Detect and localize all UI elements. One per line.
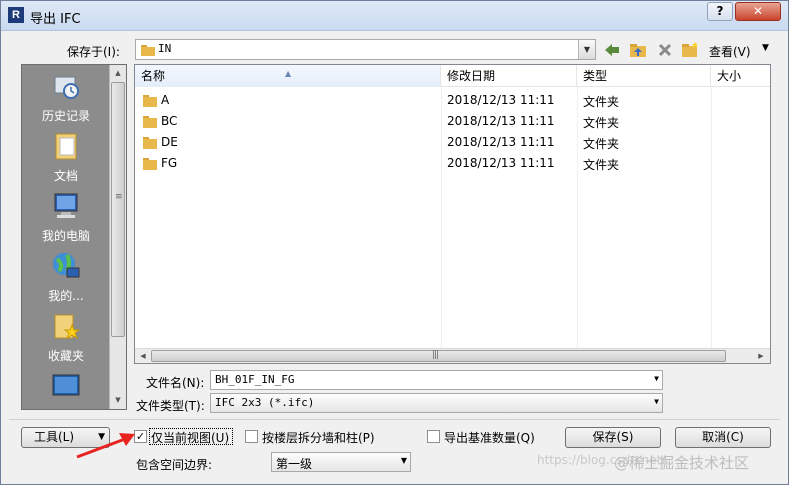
split-walls-checkbox[interactable]: [245, 430, 258, 443]
column-type[interactable]: 类型: [577, 65, 711, 87]
favorites-icon: [51, 311, 81, 341]
places-bar: 历史记录 文档 我的电脑 我的... 收藏夹 ▲ ≡ ▼: [21, 64, 127, 410]
place-network[interactable]: 我的...: [22, 251, 110, 304]
file-date: 2018/12/13 11:11: [447, 156, 555, 170]
chevron-down-icon[interactable]: ▼: [578, 40, 595, 59]
base-quantities-checkbox[interactable]: [427, 430, 440, 443]
space-bounds-select[interactable]: 第一级 ▼: [271, 452, 411, 472]
table-row[interactable]: BC 2018/12/13 11:11 文件夹: [135, 111, 770, 132]
folder-icon: [143, 156, 157, 173]
computer-icon: [51, 191, 81, 221]
file-name: DE: [161, 135, 178, 149]
file-name-label: 文件名(N):: [146, 376, 205, 390]
revit-app-icon: R: [8, 7, 24, 23]
title-bar: R 导出 IFC ? ✕: [1, 1, 788, 31]
places-scrollbar[interactable]: ▲ ≡ ▼: [109, 65, 126, 409]
cancel-button[interactable]: 取消(C): [675, 427, 771, 448]
scroll-down-icon[interactable]: ▼: [110, 392, 126, 408]
place-label: 历史记录: [41, 109, 90, 123]
back-arrow-icon[interactable]: [603, 41, 621, 59]
file-type: 文件夹: [583, 95, 620, 109]
file-date: 2018/12/13 11:11: [447, 135, 555, 149]
table-row[interactable]: FG 2018/12/13 11:11 文件夹: [135, 153, 770, 174]
views-chevron-down-icon[interactable]: ▼: [762, 43, 769, 53]
divider: [9, 419, 780, 420]
file-list: ▲ 名称 修改日期 类型 大小 A 2018/12/13 11:11 文件夹 B…: [134, 64, 771, 364]
folder-icon: [143, 114, 157, 131]
save-button[interactable]: 保存(S): [565, 427, 661, 448]
place-label: 我的...: [48, 289, 84, 303]
desktop-icon: [51, 371, 81, 401]
views-menu[interactable]: 查看(V): [709, 43, 751, 60]
split-walls-option[interactable]: 按楼层拆分墙和柱(P): [245, 429, 385, 447]
export-ifc-dialog: R 导出 IFC ? ✕ 保存于(I): IN ▼ 查看(V) ▼ 历史记录 文…: [0, 0, 789, 485]
annotation-arrow-icon: [75, 429, 139, 464]
place-desktop[interactable]: [22, 371, 110, 404]
folder-icon: [143, 135, 157, 152]
file-type-label: 文件类型(T):: [136, 399, 205, 413]
table-row[interactable]: A 2018/12/13 11:11 文件夹: [135, 90, 770, 111]
place-label: 收藏夹: [47, 349, 84, 363]
documents-icon: [51, 131, 81, 161]
sort-ascending-icon: ▲: [285, 69, 292, 78]
place-history[interactable]: 历史记录: [22, 71, 110, 124]
chevron-down-icon[interactable]: ▼: [654, 397, 659, 406]
file-name: A: [161, 93, 170, 107]
base-quantities-label: 导出基准数量(Q): [444, 431, 535, 445]
file-list-hscrollbar[interactable]: ◀ ||| ▶: [135, 348, 770, 363]
save-in-value: IN: [158, 42, 172, 55]
places-scroll-thumb[interactable]: ≡: [111, 82, 125, 337]
file-date: 2018/12/13 11:11: [447, 114, 555, 128]
delete-icon[interactable]: [656, 41, 674, 59]
place-documents[interactable]: 文档: [22, 131, 110, 184]
scroll-left-icon[interactable]: ◀: [135, 348, 151, 364]
file-date: 2018/12/13 11:11: [447, 93, 555, 107]
folder-icon: [141, 43, 155, 59]
file-type: 文件夹: [583, 137, 620, 151]
history-icon: [51, 71, 81, 101]
file-name: BC: [161, 114, 178, 128]
column-size[interactable]: 大小: [711, 65, 770, 87]
chevron-down-icon[interactable]: ▼: [654, 374, 659, 383]
place-favorites[interactable]: 收藏夹: [22, 311, 110, 364]
file-type-select[interactable]: IFC 2x3 (*.ifc) ▼: [210, 393, 663, 413]
place-computer[interactable]: 我的电脑: [22, 191, 110, 244]
hscroll-thumb[interactable]: |||: [151, 350, 726, 362]
table-row[interactable]: DE 2018/12/13 11:11 文件夹: [135, 132, 770, 153]
help-button[interactable]: ?: [707, 2, 733, 21]
file-list-header: ▲ 名称 修改日期 类型 大小: [135, 65, 770, 87]
chevron-down-icon[interactable]: ▼: [401, 456, 407, 465]
place-label: 文档: [53, 169, 78, 183]
network-icon: [51, 251, 81, 281]
column-name[interactable]: ▲ 名称: [135, 65, 441, 87]
split-walls-label: 按楼层拆分墙和柱(P): [262, 431, 375, 445]
up-folder-icon[interactable]: [629, 41, 647, 59]
new-folder-icon[interactable]: [681, 41, 699, 59]
folder-icon: [143, 93, 157, 110]
place-label: 我的电脑: [41, 229, 90, 243]
save-in-label: 保存于(I):: [67, 45, 120, 59]
current-view-label: 仅当前视图(U): [151, 431, 230, 445]
column-date[interactable]: 修改日期: [441, 65, 577, 87]
window-title: 导出 IFC: [30, 12, 81, 27]
base-quantities-option[interactable]: 导出基准数量(Q): [427, 429, 539, 447]
current-view-option[interactable]: ✓ 仅当前视图(U): [134, 428, 244, 447]
file-name-input[interactable]: BH_01F_IN_FG ▼: [210, 370, 663, 390]
save-in-combo[interactable]: IN ▼: [135, 39, 596, 60]
watermark-brand: @稀土掘金技术社区: [614, 454, 750, 472]
close-button[interactable]: ✕: [735, 2, 781, 21]
scroll-right-icon[interactable]: ▶: [753, 348, 769, 364]
file-type: 文件夹: [583, 116, 620, 130]
file-name: FG: [161, 156, 178, 170]
scroll-up-icon[interactable]: ▲: [110, 65, 126, 81]
file-type: 文件夹: [583, 158, 620, 172]
space-bounds-label: 包含空间边界:: [136, 458, 213, 472]
